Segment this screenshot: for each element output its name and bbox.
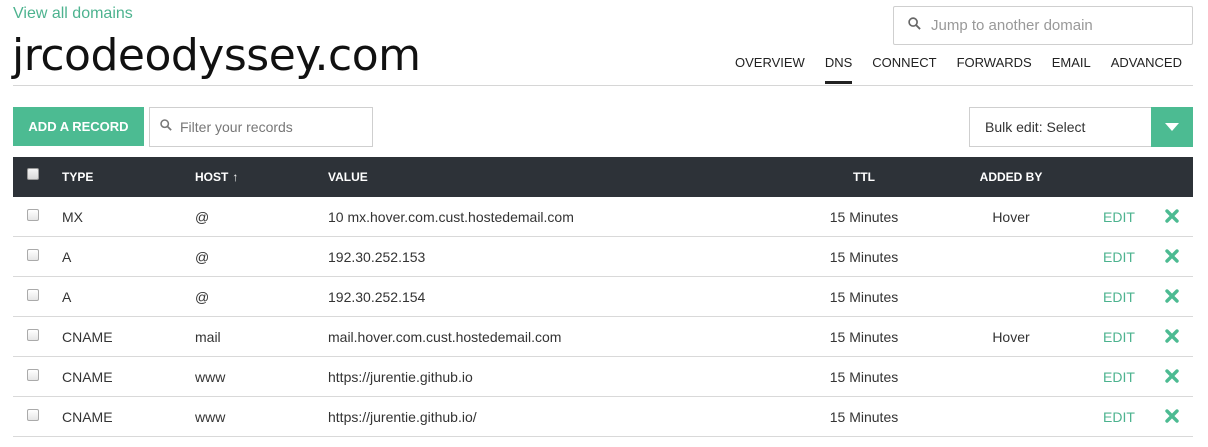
table-body: MX @10 mx.hover.com.cust.hostedemail.com 1… (13, 197, 1193, 437)
close-icon[interactable] (1165, 289, 1179, 306)
record-ttl: 15 Minutes (829, 289, 899, 305)
record-value: mail.hover.com.cust.hostedemail.com (328, 329, 562, 345)
bulk-edit-label: Bulk edit: Select (985, 119, 1086, 135)
row-checkbox[interactable] (27, 209, 39, 221)
record-host: www (195, 369, 226, 385)
close-icon[interactable] (1165, 409, 1179, 426)
record-type: A (62, 249, 72, 265)
record-type: CNAME (62, 329, 113, 345)
column-header-ttl[interactable]: TTL (803, 170, 925, 184)
record-ttl: 15 Minutes (829, 329, 899, 345)
row-checkbox[interactable] (27, 249, 39, 261)
edit-record-button[interactable]: EDIT (1103, 329, 1135, 345)
chevron-down-icon (1165, 122, 1179, 131)
close-icon[interactable] (1165, 329, 1179, 346)
edit-record-button[interactable]: EDIT (1103, 209, 1135, 225)
column-header-value[interactable]: VALUE (328, 170, 368, 184)
row-checkbox[interactable] (27, 369, 39, 381)
bulk-edit-dropdown-button[interactable] (1151, 106, 1193, 147)
section-tabs: OVERVIEW DNS CONNECT FORWARDS EMAIL ADVANCED (725, 56, 1192, 84)
row-checkbox[interactable] (27, 289, 39, 301)
record-type: A (62, 289, 72, 305)
search-icon (908, 16, 921, 35)
record-added-by: Hover (992, 209, 1030, 225)
record-value: 192.30.252.153 (328, 249, 426, 265)
record-host: @ (195, 289, 210, 305)
sort-ascending-icon: ↑ (232, 170, 239, 184)
close-icon[interactable] (1165, 209, 1179, 226)
row-checkbox[interactable] (27, 409, 39, 421)
table-row: CNAME www https://jurentie.github.io 15 Min… (13, 357, 1193, 397)
close-icon[interactable] (1165, 249, 1179, 266)
header-divider (13, 85, 1193, 86)
page-title: jrcodeodyssey.com (12, 30, 421, 81)
record-added-by: Hover (992, 329, 1030, 345)
record-type: MX (62, 209, 83, 225)
record-value: https://jurentie.github.io/ (328, 409, 477, 425)
table-row: A @192.30.252.153 15 Minutes EDIT (13, 237, 1193, 277)
record-ttl: 15 Minutes (829, 249, 899, 265)
record-ttl: 15 Minutes (829, 409, 899, 425)
record-ttl: 15 Minutes (829, 209, 899, 225)
tab-email[interactable]: EMAIL (1042, 56, 1101, 84)
record-type: CNAME (62, 369, 113, 385)
tab-dns[interactable]: DNS (815, 56, 862, 84)
record-host: @ (195, 249, 210, 265)
edit-record-button[interactable]: EDIT (1103, 369, 1135, 385)
filter-records[interactable] (149, 107, 373, 147)
record-value: 10 mx.hover.com.cust.hostedemail.com (328, 209, 574, 225)
filter-records-input[interactable] (180, 119, 360, 135)
search-icon (160, 118, 172, 136)
add-record-button[interactable]: ADD A RECORD (13, 107, 144, 146)
column-header-host-label: HOST (195, 170, 229, 184)
record-host: www (195, 409, 226, 425)
view-all-domains-link[interactable]: View all domains (13, 5, 133, 23)
column-header-host[interactable]: HOST ↑ (195, 170, 238, 184)
tab-connect[interactable]: CONNECT (862, 56, 946, 84)
record-host: mail (195, 329, 221, 345)
jump-domain-search[interactable] (893, 6, 1193, 45)
tab-overview[interactable]: OVERVIEW (725, 56, 815, 84)
column-header-added-by[interactable]: ADDED BY (963, 170, 1059, 184)
table-row: MX @10 mx.hover.com.cust.hostedemail.com 1… (13, 197, 1193, 237)
tab-forwards[interactable]: FORWARDS (947, 56, 1042, 84)
record-type: CNAME (62, 409, 113, 425)
table-header: TYPE HOST ↑ VALUE TTL ADDED BY (13, 157, 1193, 197)
jump-domain-input[interactable] (931, 17, 1171, 34)
column-header-type[interactable]: TYPE (62, 170, 93, 184)
dns-records-table: TYPE HOST ↑ VALUE TTL ADDED BY MX @10 mx.h… (13, 157, 1193, 437)
record-host: @ (195, 209, 210, 225)
table-row: A @192.30.252.154 15 Minutes EDIT (13, 277, 1193, 317)
close-icon[interactable] (1165, 369, 1179, 386)
tab-advanced[interactable]: ADVANCED (1101, 56, 1192, 84)
table-row: CNAME www https://jurentie.github.io/15 Mi… (13, 397, 1193, 437)
row-checkbox[interactable] (27, 329, 39, 341)
select-all-checkbox[interactable] (27, 168, 39, 180)
edit-record-button[interactable]: EDIT (1103, 249, 1135, 265)
bulk-edit-select[interactable]: Bulk edit: Select (969, 106, 1193, 147)
record-value: 192.30.252.154 (328, 289, 426, 305)
edit-record-button[interactable]: EDIT (1103, 289, 1135, 305)
record-value: https://jurentie.github.io (328, 369, 473, 385)
edit-record-button[interactable]: EDIT (1103, 409, 1135, 425)
record-ttl: 15 Minutes (829, 369, 899, 385)
table-row: CNAME mail mail.hover.com.cust.hostedemail… (13, 317, 1193, 357)
